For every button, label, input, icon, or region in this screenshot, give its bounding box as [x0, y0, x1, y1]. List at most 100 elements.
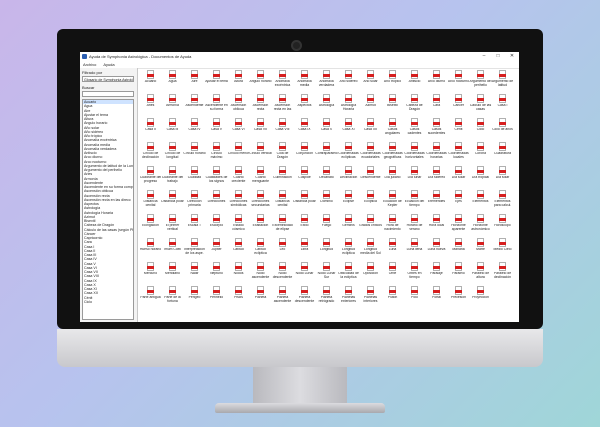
- pdf-document-item[interactable]: Bisextil: [382, 94, 403, 116]
- pdf-document-item[interactable]: Casa III: [162, 118, 183, 140]
- pdf-document-item[interactable]: Paralaje: [426, 262, 447, 284]
- pdf-document-item[interactable]: Día tropical: [470, 166, 491, 188]
- pdf-document-item[interactable]: Cuadratura: [492, 142, 513, 164]
- pdf-document-item[interactable]: Longitud eclíptica: [338, 238, 359, 260]
- pdf-document-item[interactable]: Efemérides: [426, 190, 447, 212]
- pdf-document-item[interactable]: Precesión: [448, 286, 469, 308]
- pdf-document-item[interactable]: Círculo vertical: [249, 142, 272, 164]
- pdf-document-item[interactable]: Casa XI: [338, 118, 359, 140]
- pdf-document-item[interactable]: Orbe: [382, 262, 403, 284]
- minimize-button[interactable]: –: [477, 52, 491, 61]
- pdf-document-item[interactable]: Azimut: [360, 94, 381, 116]
- pdf-document-item[interactable]: Dominio: [316, 190, 337, 212]
- pdf-document-item[interactable]: Longitud: [316, 238, 337, 260]
- pdf-document-item[interactable]: Ciclo: [470, 118, 491, 140]
- pdf-document-item[interactable]: Antiscio: [404, 70, 425, 92]
- pdf-document-item[interactable]: Plutón: [382, 286, 403, 308]
- pdf-document-item[interactable]: Dirección primaria: [184, 190, 205, 212]
- pdf-document-item[interactable]: Descendente: [360, 166, 381, 188]
- pdf-document-item[interactable]: Proyección: [470, 286, 491, 308]
- pdf-document-item[interactable]: Escala T: [184, 214, 205, 236]
- pdf-document-item[interactable]: Planetas exteriores: [338, 286, 359, 308]
- pdf-document-item[interactable]: Ascensión recta en las: [272, 94, 293, 116]
- pdf-document-item[interactable]: Cualidad: [184, 166, 205, 188]
- pdf-document-item[interactable]: Cola de Dragón: [272, 142, 293, 164]
- pdf-document-item[interactable]: Casos cadentes: [404, 118, 425, 140]
- pdf-document-item[interactable]: Elementos para calcul.: [492, 190, 513, 212]
- pdf-document-item[interactable]: Luna llena: [404, 238, 425, 260]
- pdf-document-item[interactable]: Culminación: [272, 166, 293, 188]
- pdf-document-item[interactable]: Parte de la fortuna: [162, 286, 183, 308]
- pdf-document-item[interactable]: Perigeo: [184, 286, 205, 308]
- pdf-document-item[interactable]: Hora local: [426, 214, 447, 236]
- pdf-document-item[interactable]: Cuarto creciente: [228, 166, 249, 188]
- pdf-document-item[interactable]: Ciclo de años: [492, 118, 513, 140]
- topic-list-item[interactable]: Ciclo: [83, 300, 133, 304]
- pdf-document-item[interactable]: Día lunar: [404, 166, 425, 188]
- pdf-document-item[interactable]: Paralelo de altura: [470, 262, 491, 284]
- pdf-document-item[interactable]: Casos angulares: [382, 118, 403, 140]
- pdf-document-item[interactable]: Año trópico: [382, 70, 403, 92]
- topic-list[interactable]: Acuario Agua Aire Ajustar el tema Altura Ángu…: [82, 99, 134, 320]
- pdf-document-item[interactable]: Cuarto menguante: [250, 166, 271, 188]
- pdf-document-item[interactable]: Nodos: [228, 262, 249, 284]
- pdf-document-item[interactable]: Casa VI: [228, 118, 249, 140]
- pdf-document-item[interactable]: Nadir: [184, 262, 205, 284]
- pdf-document-item[interactable]: Arco nocturno: [448, 70, 469, 92]
- pdf-document-item[interactable]: Medio Cielo: [492, 238, 513, 260]
- pdf-document-item[interactable]: Luna: [382, 238, 403, 260]
- pdf-document-item[interactable]: Eclíptica: [360, 190, 381, 212]
- pdf-document-item[interactable]: El primer vertical: [162, 214, 183, 236]
- pdf-document-item[interactable]: Marte: [470, 238, 491, 260]
- pdf-document-item[interactable]: Leo: [272, 238, 293, 260]
- pdf-document-item[interactable]: Corona: [470, 142, 491, 164]
- pdf-document-item[interactable]: Ascendente: [184, 94, 205, 116]
- pdf-document-item[interactable]: Círculo menor: [228, 142, 249, 164]
- pdf-document-item[interactable]: Piscis: [228, 286, 249, 308]
- pdf-document-item[interactable]: Cabeza de Dragón: [404, 94, 425, 116]
- pdf-document-item[interactable]: Direcciones: [206, 190, 227, 212]
- pdf-document-item[interactable]: Cúspide: [294, 166, 315, 188]
- pdf-document-item[interactable]: Cualidades de los signos: [206, 166, 227, 188]
- pdf-document-item[interactable]: Aire: [184, 70, 205, 92]
- pdf-document-item[interactable]: Día juliano: [382, 166, 403, 188]
- pdf-document-item[interactable]: Oblicuidad de la eclíptica: [338, 262, 359, 284]
- pdf-document-item[interactable]: Casa XII: [360, 118, 381, 140]
- pdf-document-item[interactable]: Distancia polar: [161, 190, 184, 212]
- pdf-document-item[interactable]: Armonía: [162, 94, 183, 116]
- pdf-document-item[interactable]: Direcciones simbólicas: [228, 190, 249, 212]
- pdf-document-item[interactable]: Ascensión oblicua: [228, 94, 249, 116]
- pdf-document-item[interactable]: Coordenadas locales: [448, 142, 469, 164]
- pdf-document-item[interactable]: Portal: [426, 286, 447, 308]
- pdf-document-item[interactable]: Cáncer: [448, 94, 469, 116]
- pdf-document-item[interactable]: Casa V: [206, 118, 227, 140]
- pdf-document-item[interactable]: Decanato: [316, 166, 337, 188]
- pdf-document-item[interactable]: Aries: [140, 94, 161, 116]
- pdf-document-item[interactable]: Coordenadas ecuatoriales: [360, 142, 381, 164]
- pdf-document-item[interactable]: Acuario: [140, 70, 161, 92]
- pdf-document-item[interactable]: Declinación: [338, 166, 359, 188]
- pdf-document-item[interactable]: Libra: [294, 238, 315, 260]
- pdf-document-item[interactable]: Círculo horario: [183, 142, 206, 164]
- pdf-document-item[interactable]: Polo: [404, 286, 425, 308]
- pdf-document-item[interactable]: Perihelio: [206, 286, 227, 308]
- pdf-document-item[interactable]: Círculo máximo: [206, 142, 227, 164]
- pdf-document-item[interactable]: Casa VII: [250, 118, 271, 140]
- pdf-document-item[interactable]: Oposición: [360, 262, 381, 284]
- pdf-document-item[interactable]: Agua: [162, 70, 183, 92]
- pdf-document-item[interactable]: Ajustar el tema: [205, 70, 228, 92]
- pdf-document-item[interactable]: Contraparalelo: [315, 142, 338, 164]
- pdf-document-item[interactable]: Ángulo horario: [249, 70, 272, 92]
- pdf-document-item[interactable]: Casa VIII: [272, 118, 293, 140]
- pdf-document-item[interactable]: Horizonte aparente: [448, 214, 469, 236]
- pdf-document-item[interactable]: Nodo ascendente: [250, 262, 271, 284]
- pdf-document-item[interactable]: Paralelo: [448, 262, 469, 284]
- pdf-document-item[interactable]: Altura: [228, 70, 249, 92]
- pdf-document-item[interactable]: Ejes: [448, 190, 469, 212]
- pdf-document-item[interactable]: Año sidéreo: [338, 70, 359, 92]
- pdf-document-item[interactable]: Orbes en tiempo: [404, 262, 425, 284]
- pdf-document-item[interactable]: Círculo de longitud: [162, 142, 183, 164]
- pdf-document-item[interactable]: Cuadrante del progreso: [140, 166, 161, 188]
- pdf-document-item[interactable]: Conjunción: [294, 142, 315, 164]
- pdf-document-item[interactable]: Meridiano: [162, 262, 183, 284]
